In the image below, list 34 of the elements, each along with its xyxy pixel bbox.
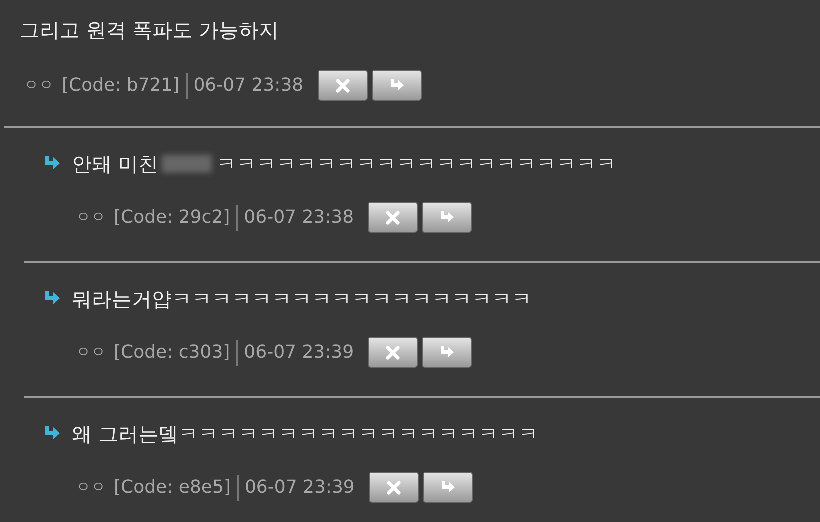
- reply-text-end: ㅋㅋㅋㅋㅋㅋㅋㅋㅋㅋㅋㅋㅋㅋㅋㅋㅋㅋㅋㅋ: [216, 151, 616, 178]
- comment-code: [Code: e8e5]: [114, 474, 239, 500]
- reply-button[interactable]: [372, 70, 422, 101]
- comment-time: 06-07 23:39: [244, 342, 354, 363]
- reply-text-start: 뭐라는거얍ㅋㅋㅋㅋㅋㅋㅋㅋㅋㅋㅋㅋㅋㅋㅋㅋㅋㅋ: [72, 286, 532, 313]
- author-name: ㅇㅇ: [24, 76, 54, 95]
- reply-arrow-icon: [42, 290, 62, 308]
- author-name: ㅇㅇ: [76, 208, 106, 227]
- close-icon: [384, 210, 402, 226]
- delete-button[interactable]: [368, 202, 418, 233]
- comment-text: 그리고 원격 폭파도 가능하지: [20, 17, 280, 44]
- author-name: ㅇㅇ: [76, 343, 106, 362]
- close-icon: [334, 78, 352, 94]
- reply-button[interactable]: [422, 337, 472, 368]
- comment-code: [Code: c303]: [114, 340, 238, 366]
- comment-time: 06-07 23:38: [244, 207, 354, 228]
- delete-button[interactable]: [368, 337, 418, 368]
- reply-arrow-icon: [438, 344, 456, 360]
- close-icon: [384, 480, 403, 496]
- comment-code: [Code: 29c2]: [114, 204, 238, 230]
- delete-button[interactable]: [368, 472, 419, 503]
- close-icon: [384, 344, 402, 360]
- author-name: ㅇㅇ: [76, 478, 106, 497]
- reply-arrow-icon: [438, 210, 456, 226]
- reply-button[interactable]: [422, 202, 472, 233]
- comment-code: [Code: b721]: [62, 72, 188, 98]
- comment-time: 06-07 23:39: [244, 477, 355, 498]
- comment-time: 06-07 23:38: [194, 75, 304, 96]
- reply-text-start: 안돼 미친: [72, 151, 158, 178]
- reply-arrow-icon: [42, 425, 62, 443]
- reply-text-start: 왜 그러는뎈ㅋㅋㅋㅋㅋㅋㅋㅋㅋㅋㅋㅋㅋㅋㅋㅋㅋㅋ: [72, 421, 538, 448]
- reply-button[interactable]: [422, 472, 473, 503]
- reply-arrow-icon: [42, 155, 62, 173]
- delete-button[interactable]: [318, 70, 368, 101]
